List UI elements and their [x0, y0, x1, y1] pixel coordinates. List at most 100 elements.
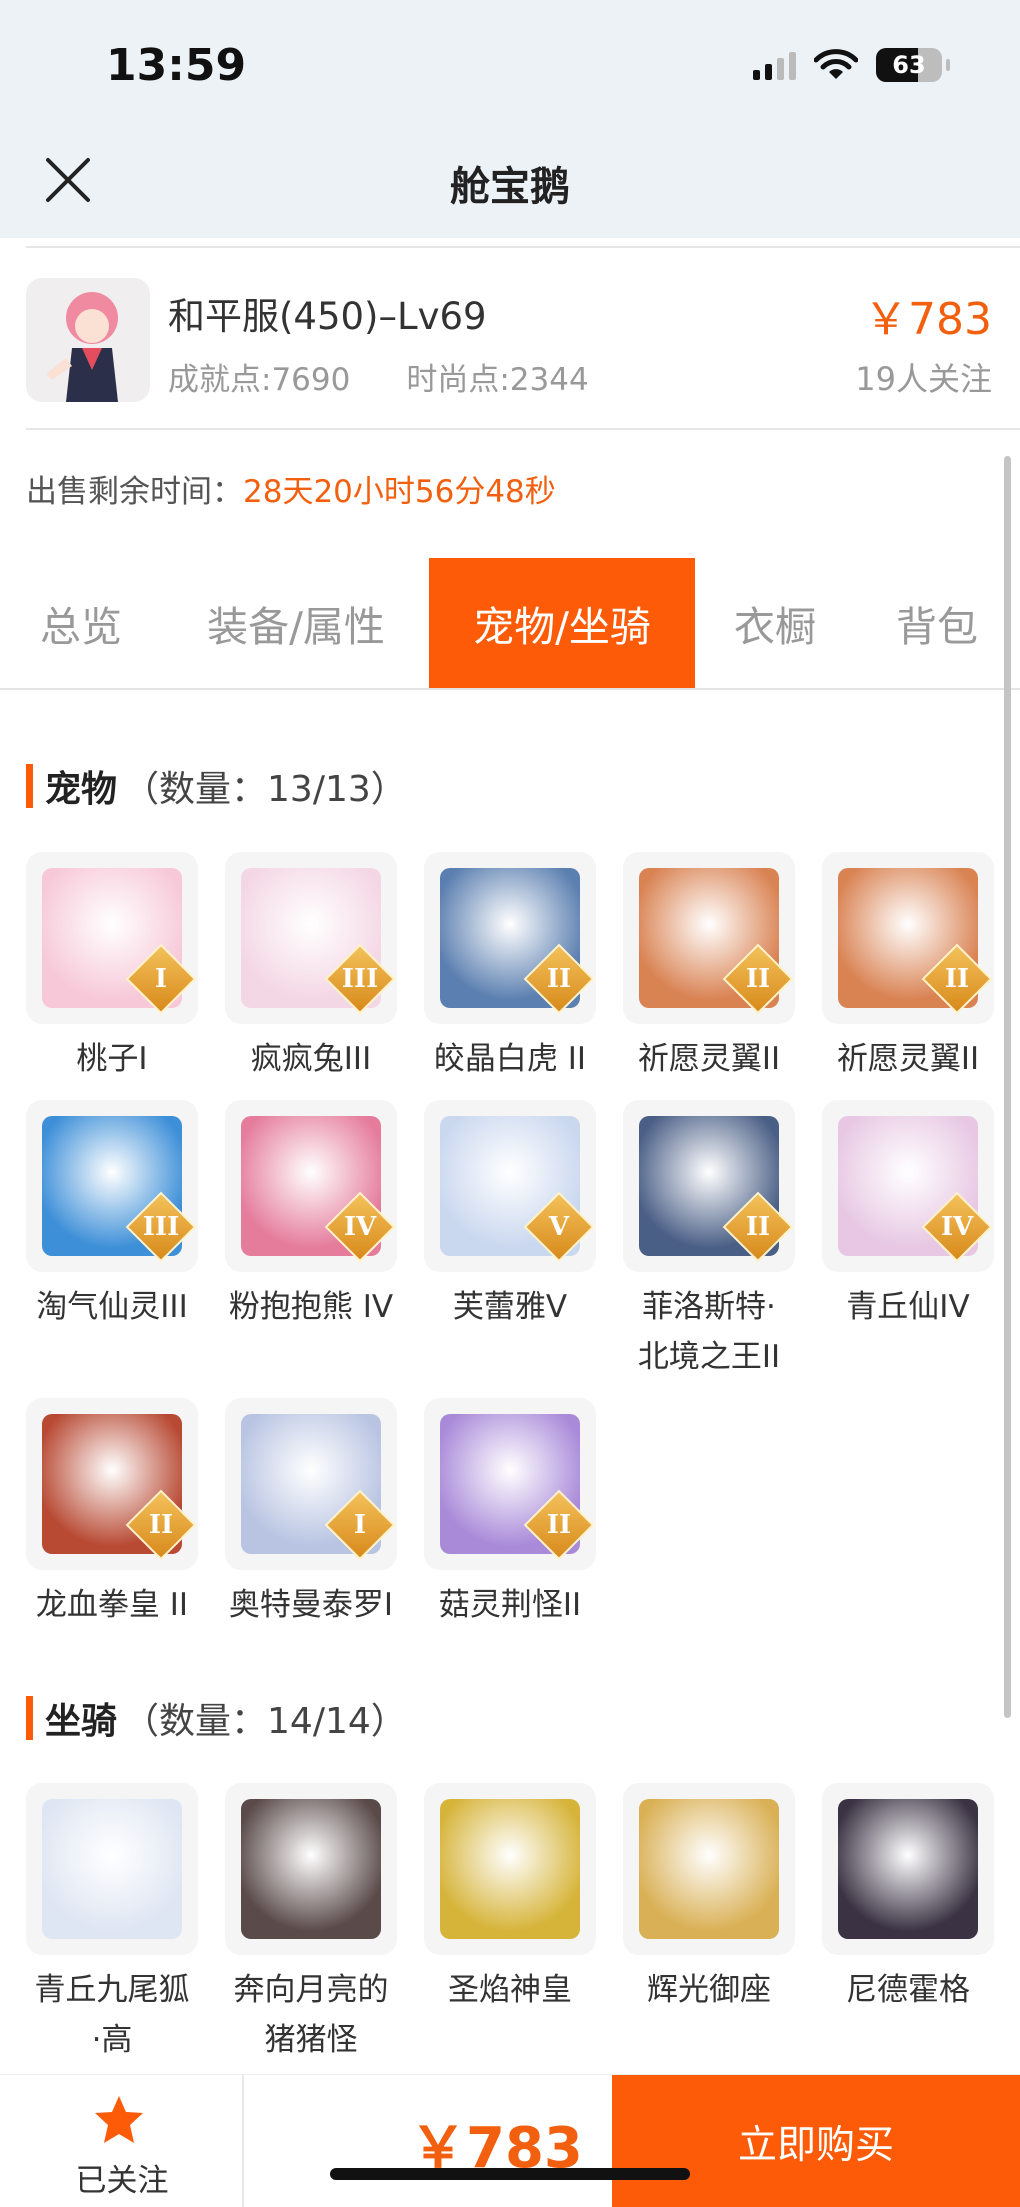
divider	[26, 428, 1020, 430]
pet-card[interactable]: II 菲洛斯特· 北境之王II	[621, 1100, 797, 1382]
character-stats: 成就点:7690 时尚点:2344	[168, 354, 589, 399]
pet-thumbnail: II	[424, 852, 596, 1024]
rank-label: II	[944, 964, 970, 994]
pet-card[interactable]: II 祈愿灵翼II	[621, 852, 797, 1084]
buy-now-button[interactable]: 立即购买	[612, 2075, 1020, 2207]
pet-thumbnail: III	[225, 852, 397, 1024]
pet-card[interactable]: II 菇灵荆怪II	[422, 1398, 598, 1630]
rank-label: I	[154, 964, 168, 994]
mount-name: 奔向月亮的 猪猪怪	[233, 1972, 389, 2058]
mount-image	[42, 1799, 182, 1939]
pet-name: 粉抱抱熊 IV	[228, 1289, 394, 1325]
mount-image	[241, 1799, 381, 1939]
follow-button[interactable]: 已关注	[0, 2075, 244, 2207]
fashion-points: 时尚点:2344	[406, 362, 589, 398]
pet-card[interactable]: III 疯疯兔III	[223, 852, 399, 1084]
pet-name: 青丘仙IV	[846, 1289, 970, 1325]
achievement-points: 成就点:7690	[168, 362, 351, 398]
mount-image	[440, 1799, 580, 1939]
pet-thumbnail: I	[26, 852, 198, 1024]
section-accent	[26, 764, 33, 808]
rank-label: IV	[940, 1212, 974, 1242]
pet-thumbnail: II	[26, 1398, 198, 1570]
pet-card[interactable]: IV 粉抱抱熊 IV	[223, 1100, 399, 1332]
star-icon	[95, 2096, 143, 2143]
rank-label: II	[745, 1212, 771, 1242]
mounts-section-title: 坐骑 （数量：14/14）	[26, 1692, 407, 1744]
pet-card[interactable]: V 芙蕾雅V	[422, 1100, 598, 1332]
tab-backpack[interactable]: 背包	[872, 558, 1002, 688]
pet-thumbnail: II	[623, 1100, 795, 1272]
remaining-label: 出售剩余时间：	[26, 474, 243, 510]
listing-price: ￥783	[864, 294, 992, 345]
rank-label: II	[546, 964, 572, 994]
pet-card[interactable]: II 龙血拳皇 II	[24, 1398, 200, 1630]
pet-name: 祈愿灵翼II	[836, 1041, 980, 1077]
rank-label: III	[341, 964, 379, 994]
section-accent	[26, 1696, 33, 1740]
wifi-icon	[814, 49, 858, 79]
mount-thumbnail	[623, 1783, 795, 1955]
mount-card[interactable]: 尼德霍格	[820, 1783, 996, 2015]
cellular-signal-icon	[753, 50, 796, 80]
rank-label: II	[745, 964, 771, 994]
pet-name: 淘气仙灵III	[36, 1289, 188, 1325]
pet-name: 菇灵荆怪II	[438, 1587, 582, 1623]
pet-card[interactable]: II 祈愿灵翼II	[820, 852, 996, 1084]
mount-thumbnail	[424, 1783, 596, 1955]
tab-bar: 总览 装备/属性 宠物/坐骑 衣橱 背包	[0, 558, 1020, 688]
pet-card[interactable]: IV 青丘仙IV	[820, 1100, 996, 1332]
pet-thumbnail: III	[26, 1100, 198, 1272]
pet-card[interactable]: II 皎晶白虎 II	[422, 852, 598, 1084]
pet-thumbnail: II	[822, 852, 994, 1024]
battery-level: 63	[892, 51, 926, 79]
tab-pets-mounts[interactable]: 宠物/坐骑	[429, 558, 695, 688]
bottom-bar: 已关注 ￥783 立即购买	[0, 2074, 1020, 2207]
pet-thumbnail: II	[424, 1398, 596, 1570]
tab-overview[interactable]: 总览	[16, 558, 146, 688]
pet-card[interactable]: I 奥特曼泰罗I	[223, 1398, 399, 1630]
pets-title: 宠物	[45, 769, 118, 810]
battery-tip	[946, 59, 950, 71]
tab-wardrobe[interactable]: 衣橱	[712, 558, 838, 688]
mount-thumbnail	[225, 1783, 397, 1955]
mount-name: 辉光御座	[647, 1972, 771, 2008]
mount-thumbnail	[26, 1783, 198, 1955]
pet-name: 芙蕾雅V	[452, 1289, 568, 1325]
mount-card[interactable]: 辉光御座	[621, 1783, 797, 2015]
mount-card[interactable]: 青丘九尾狐 ·高	[24, 1783, 200, 2065]
battery-icon: 63	[876, 48, 942, 82]
home-indicator	[330, 2168, 690, 2180]
scrollbar[interactable]	[1004, 456, 1011, 1718]
top-bar: 13:59 63 舱宝鹅	[0, 0, 1020, 238]
mounts-title: 坐骑	[45, 1701, 118, 1742]
pet-thumbnail: II	[623, 852, 795, 1024]
pet-name: 菲洛斯特· 北境之王II	[637, 1289, 781, 1375]
follow-label: 已关注	[75, 2163, 169, 2199]
pet-name: 疯疯兔III	[250, 1041, 372, 1077]
pet-name: 奥特曼泰罗I	[228, 1587, 394, 1623]
pets-section-title: 宠物 （数量：13/13）	[26, 760, 407, 812]
mount-card[interactable]: 圣焰神皇	[422, 1783, 598, 2015]
pet-thumbnail: I	[225, 1398, 397, 1570]
rank-label: III	[142, 1212, 180, 1242]
pet-thumbnail: IV	[225, 1100, 397, 1272]
pet-name: 皎晶白虎 II	[433, 1041, 587, 1077]
pet-name: 祈愿灵翼II	[637, 1041, 781, 1077]
tabs-underline	[0, 688, 1020, 690]
mount-image	[838, 1799, 978, 1939]
rank-label: V	[548, 1212, 570, 1242]
pet-thumbnail: IV	[822, 1100, 994, 1272]
mount-thumbnail	[822, 1783, 994, 1955]
mount-name: 圣焰神皇	[448, 1972, 572, 2008]
server-title: 和平服(450)–Lv69	[168, 295, 487, 338]
mount-image	[639, 1799, 779, 1939]
rank-label: II	[148, 1510, 174, 1540]
pet-card[interactable]: III 淘气仙灵III	[24, 1100, 200, 1332]
status-icons: 63	[753, 48, 950, 82]
follower-count: 19人关注	[855, 360, 992, 398]
mount-name: 青丘九尾狐 ·高	[34, 1972, 190, 2058]
pet-card[interactable]: I 桃子I	[24, 852, 200, 1084]
tab-equipment[interactable]: 装备/属性	[178, 558, 414, 688]
mount-card[interactable]: 奔向月亮的 猪猪怪	[223, 1783, 399, 2065]
